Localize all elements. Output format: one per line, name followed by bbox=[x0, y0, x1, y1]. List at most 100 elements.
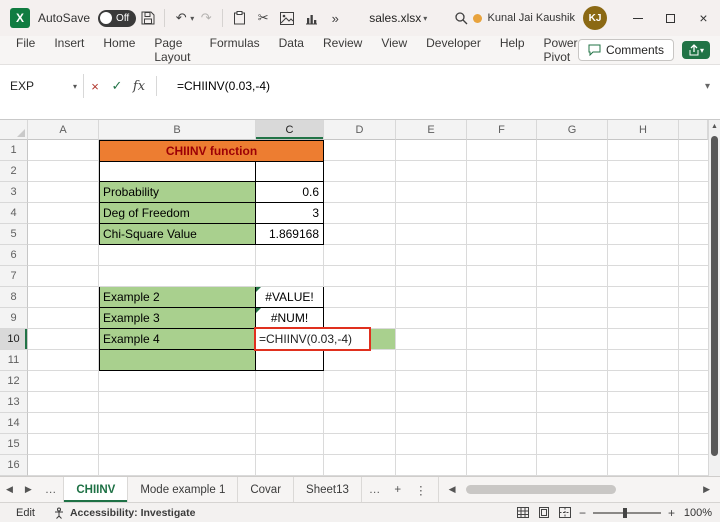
cell-G16[interactable] bbox=[537, 455, 608, 476]
scroll-up-icon[interactable]: ▲ bbox=[711, 120, 718, 134]
cell-D6[interactable] bbox=[324, 245, 396, 266]
menu-file[interactable]: File bbox=[16, 36, 35, 64]
cell-D15[interactable] bbox=[324, 434, 396, 455]
chevron-down-icon[interactable]: ▾ bbox=[73, 82, 77, 91]
menu-insert[interactable]: Insert bbox=[54, 36, 84, 64]
cell-A15[interactable] bbox=[28, 434, 99, 455]
cell-B13[interactable] bbox=[99, 392, 256, 413]
normal-view-icon[interactable] bbox=[516, 506, 530, 519]
user-name[interactable]: Kunal Jai Kaushik bbox=[488, 12, 575, 24]
menu-view[interactable]: View bbox=[381, 36, 407, 64]
cell-H15[interactable] bbox=[608, 434, 679, 455]
cell-D14[interactable] bbox=[324, 413, 396, 434]
cell-D4[interactable] bbox=[324, 203, 396, 224]
cell-H9[interactable] bbox=[608, 308, 679, 329]
row-header-16[interactable]: 16 bbox=[0, 455, 28, 476]
cell-A12[interactable] bbox=[28, 371, 99, 392]
cell-D12[interactable] bbox=[324, 371, 396, 392]
cell-H14[interactable] bbox=[608, 413, 679, 434]
cell-H3[interactable] bbox=[608, 182, 679, 203]
avatar[interactable]: KJ bbox=[583, 6, 607, 30]
cell-G15[interactable] bbox=[537, 434, 608, 455]
sheet-list-ellipsis-icon[interactable]: … bbox=[38, 484, 64, 496]
cell-H5[interactable] bbox=[608, 224, 679, 245]
cell-G6[interactable] bbox=[537, 245, 608, 266]
cell-D3[interactable] bbox=[324, 182, 396, 203]
row-header-7[interactable]: 7 bbox=[0, 266, 28, 287]
cell-G12[interactable] bbox=[537, 371, 608, 392]
sheet-nav-right-icon[interactable]: ▶ bbox=[19, 484, 38, 495]
row-header-15[interactable]: 15 bbox=[0, 434, 28, 455]
scroll-right-icon[interactable]: ▶ bbox=[697, 484, 716, 495]
cell-H16[interactable] bbox=[608, 455, 679, 476]
page-break-view-icon[interactable] bbox=[558, 506, 572, 519]
cell-F1[interactable] bbox=[467, 140, 537, 161]
menu-help[interactable]: Help bbox=[500, 36, 525, 64]
cell-A4[interactable] bbox=[28, 203, 99, 224]
menu-developer[interactable]: Developer bbox=[426, 36, 481, 64]
cell-G5[interactable] bbox=[537, 224, 608, 245]
search-icon[interactable] bbox=[449, 6, 473, 30]
cell-C5[interactable]: 1.869168 bbox=[256, 224, 324, 245]
cell-F10[interactable] bbox=[467, 329, 537, 350]
menu-page-layout[interactable]: Page Layout bbox=[154, 36, 190, 64]
sheet-nav-left-icon[interactable]: ◀ bbox=[0, 484, 19, 495]
insert-function-icon[interactable]: fx bbox=[128, 79, 150, 94]
cell-D7[interactable] bbox=[324, 266, 396, 287]
cell-H10[interactable] bbox=[608, 329, 679, 350]
cell-E12[interactable] bbox=[396, 371, 467, 392]
cell-B10[interactable]: Example 4 bbox=[99, 329, 256, 350]
menu-home[interactable]: Home bbox=[103, 36, 135, 64]
comments-button[interactable]: Comments bbox=[577, 39, 674, 61]
cell-E5[interactable] bbox=[396, 224, 467, 245]
cell-C15[interactable] bbox=[256, 434, 324, 455]
cell-C11[interactable] bbox=[256, 350, 324, 371]
cancel-icon[interactable]: × bbox=[84, 79, 106, 94]
vertical-scrollbar[interactable]: ▲ bbox=[708, 120, 720, 476]
cell-A11[interactable] bbox=[28, 350, 99, 371]
cell-H7[interactable] bbox=[608, 266, 679, 287]
cell-C3[interactable]: 0.6 bbox=[256, 182, 324, 203]
sheet-tab-sheet13[interactable]: Sheet13 bbox=[294, 477, 362, 502]
cell-E1[interactable] bbox=[396, 140, 467, 161]
cell-C16[interactable] bbox=[256, 455, 324, 476]
formula-input[interactable]: =CHIINV(0.03,-4) bbox=[177, 79, 270, 93]
cell-G1[interactable] bbox=[537, 140, 608, 161]
cell-H4[interactable] bbox=[608, 203, 679, 224]
cell-E15[interactable] bbox=[396, 434, 467, 455]
maximize-button[interactable] bbox=[654, 0, 687, 36]
cell-C8[interactable]: #VALUE! bbox=[256, 287, 324, 308]
cell-D2[interactable] bbox=[324, 161, 396, 182]
cell-G11[interactable] bbox=[537, 350, 608, 371]
cell-B11[interactable] bbox=[99, 350, 256, 371]
cell-F8[interactable] bbox=[467, 287, 537, 308]
chart-icon[interactable] bbox=[299, 6, 323, 30]
cell-F16[interactable] bbox=[467, 455, 537, 476]
clipboard-icon[interactable] bbox=[227, 6, 251, 30]
cell-G9[interactable] bbox=[537, 308, 608, 329]
cell-C13[interactable] bbox=[256, 392, 324, 413]
cell-D1[interactable] bbox=[324, 140, 396, 161]
cell-B15[interactable] bbox=[99, 434, 256, 455]
row-header-9[interactable]: 9 bbox=[0, 308, 28, 329]
cell-B14[interactable] bbox=[99, 413, 256, 434]
cut-icon[interactable]: ✂ bbox=[251, 6, 275, 30]
cell-E4[interactable] bbox=[396, 203, 467, 224]
minimize-button[interactable] bbox=[621, 0, 654, 36]
cell-G4[interactable] bbox=[537, 203, 608, 224]
horizontal-scroll-thumb[interactable] bbox=[465, 485, 616, 494]
row-header-5[interactable]: 5 bbox=[0, 224, 28, 245]
column-header-G[interactable]: G bbox=[537, 120, 608, 140]
sheet-tab-covar[interactable]: Covar bbox=[238, 477, 295, 502]
cell-G14[interactable] bbox=[537, 413, 608, 434]
cell-B16[interactable] bbox=[99, 455, 256, 476]
cell-C7[interactable] bbox=[256, 266, 324, 287]
cell-A3[interactable] bbox=[28, 182, 99, 203]
cell-F4[interactable] bbox=[467, 203, 537, 224]
cell-A10[interactable] bbox=[28, 329, 99, 350]
cell-D8[interactable] bbox=[324, 287, 396, 308]
zoom-out-icon[interactable]: − bbox=[579, 506, 586, 520]
scroll-left-icon[interactable]: ◀ bbox=[443, 484, 462, 495]
accessibility-status[interactable]: Accessibility: Investigate bbox=[53, 507, 195, 519]
cell-G8[interactable] bbox=[537, 287, 608, 308]
